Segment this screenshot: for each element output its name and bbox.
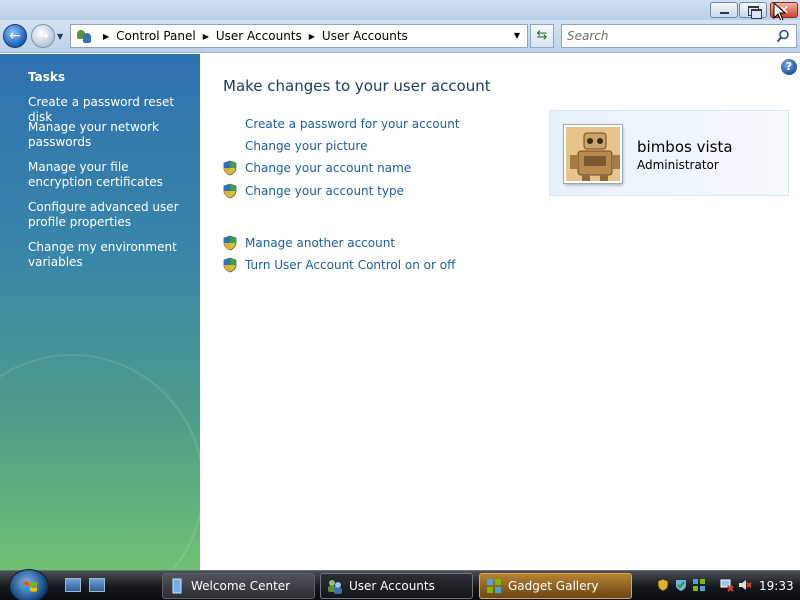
restore-icon [740, 3, 766, 19]
breadcrumb[interactable]: ▶ Control Panel ▶ User Accounts ▶ User A… [70, 24, 528, 48]
uac-shield-icon [223, 257, 237, 273]
gadget-gallery-icon [487, 579, 501, 593]
breadcrumb-user-accounts[interactable]: User Accounts [216, 29, 302, 43]
tasks-pane: Tasks Create a password reset disk Manag… [0, 54, 200, 570]
switch-windows-icon[interactable] [89, 578, 105, 592]
recent-pages-dropdown[interactable]: ▼ [57, 32, 67, 41]
start-button[interactable] [9, 569, 49, 600]
windows-defender-icon[interactable] [674, 578, 688, 592]
action-label[interactable]: Change your account name [245, 161, 411, 175]
back-arrow-icon: ← [9, 28, 21, 44]
breadcrumb-current[interactable]: User Accounts [322, 29, 408, 43]
task-manage-network-passwords[interactable]: Manage your network passwords [28, 120, 188, 150]
breadcrumb-control-panel[interactable]: Control Panel [116, 29, 196, 43]
page-title: Make changes to your user account [223, 77, 491, 95]
action-label[interactable]: Change your picture [245, 139, 367, 153]
taskbar-button-label: User Accounts [349, 579, 435, 593]
sidebar-gadget-icon[interactable] [692, 578, 706, 592]
user-accounts-folder-icon [76, 28, 92, 44]
taskbar-button-welcome-center[interactable]: Welcome Center [162, 573, 315, 599]
breadcrumb-separator-icon[interactable]: ▶ [103, 32, 109, 41]
search-input[interactable] [562, 25, 772, 47]
uac-shield-icon [223, 160, 237, 176]
robot-picture-icon [566, 127, 620, 181]
uac-shield-icon [223, 183, 237, 199]
breadcrumb-separator-icon[interactable]: ▶ [309, 32, 315, 41]
action-change-account-type[interactable]: Change your account type [222, 182, 404, 200]
address-dropdown-icon[interactable]: ▼ [511, 29, 523, 43]
main-content: ? Make changes to your user account Crea… [200, 54, 800, 570]
search-icon[interactable] [776, 29, 790, 43]
user-name: bimbos vista [637, 138, 733, 156]
refresh-icon: ⇆ [536, 28, 548, 43]
tasks-heading: Tasks [28, 70, 66, 84]
taskbar-button-label: Gadget Gallery [508, 579, 599, 593]
action-create-password[interactable]: Create a password for your account [222, 115, 460, 133]
task-configure-advanced-profile-properties[interactable]: Configure advanced user profile properti… [28, 200, 188, 230]
action-label[interactable]: Turn User Account Control on or off [245, 258, 455, 272]
action-label[interactable]: Manage another account [245, 236, 395, 250]
clock[interactable]: 19:33 [759, 579, 794, 593]
navigation-bar: ← → ▼ ▶ Control Panel ▶ User Accounts ▶ … [0, 20, 800, 53]
action-label[interactable]: Change your account type [245, 184, 404, 198]
taskbar-button-label: Welcome Center [191, 579, 291, 593]
user-role: Administrator [637, 158, 719, 172]
user-card: bimbos vista Administrator [549, 110, 789, 196]
notification-area: 19:33 [650, 573, 800, 599]
forward-button[interactable]: → [31, 24, 55, 48]
taskbar: Welcome Center User Accounts Gadget Gall… [0, 569, 800, 600]
forward-arrow-icon: → [37, 28, 49, 44]
welcome-center-icon [172, 578, 182, 594]
back-button[interactable]: ← [3, 24, 27, 48]
security-shield-icon[interactable] [656, 578, 670, 592]
help-icon[interactable]: ? [781, 59, 797, 75]
volume-muted-icon[interactable] [738, 578, 752, 592]
task-manage-file-encryption-certificates[interactable]: Manage your file encryption certificates [28, 160, 188, 190]
action-change-account-name[interactable]: Change your account name [222, 159, 411, 177]
search-box[interactable] [561, 24, 797, 48]
task-change-environment-variables[interactable]: Change my environment variables [28, 240, 188, 270]
user-accounts-icon [328, 580, 342, 594]
minimize-button[interactable] [710, 2, 738, 18]
action-manage-another-account[interactable]: Manage another account [222, 234, 395, 252]
action-change-picture[interactable]: Change your picture [222, 137, 367, 155]
avatar[interactable] [564, 125, 622, 183]
window-title-bar: ✕ [0, 0, 800, 22]
refresh-button[interactable]: ⇆ [530, 24, 554, 48]
action-label[interactable]: Create a password for your account [245, 117, 460, 131]
minimize-icon [711, 3, 737, 17]
restore-button[interactable] [739, 2, 767, 19]
breadcrumb-separator-icon[interactable]: ▶ [203, 32, 209, 41]
windows-logo-icon [23, 581, 37, 592]
show-desktop-icon[interactable] [65, 578, 81, 592]
taskbar-button-user-accounts[interactable]: User Accounts [320, 573, 473, 599]
mouse-cursor-icon [773, 2, 787, 22]
uac-shield-icon [223, 235, 237, 251]
taskbar-button-gadget-gallery[interactable]: Gadget Gallery [479, 573, 632, 599]
network-disconnected-icon[interactable] [720, 578, 734, 592]
action-turn-uac-on-off[interactable]: Turn User Account Control on or off [222, 256, 455, 274]
